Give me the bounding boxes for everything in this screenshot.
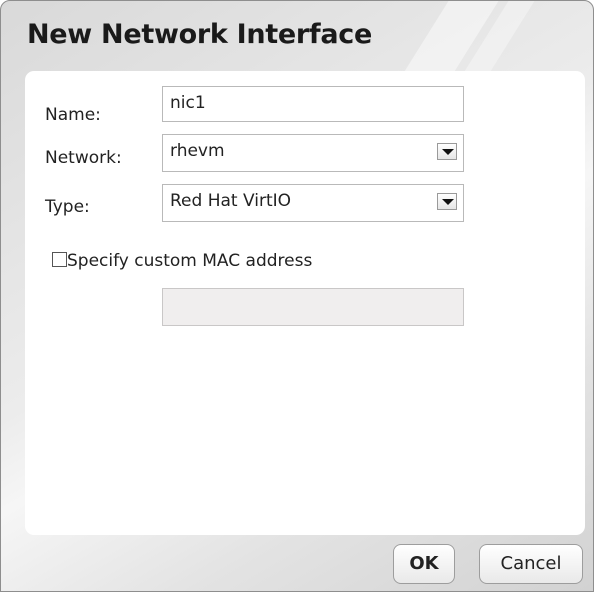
name-label: Name: [45,105,101,125]
network-select-value: rhevm [170,141,225,161]
name-input-value: nic1 [170,93,206,113]
type-select[interactable]: Red Hat VirtIO [162,184,464,222]
dialog-title: New Network Interface [27,19,373,50]
new-network-interface-dialog: New Network Interface Name: nic1 Network… [0,0,594,592]
name-input[interactable]: nic1 [162,86,464,122]
network-label: Network: [45,148,122,168]
type-select-value: Red Hat VirtIO [170,191,292,211]
custom-mac-label[interactable]: Specify custom MAC address [67,251,312,271]
mac-address-input[interactable] [162,288,464,326]
cancel-button[interactable]: Cancel [479,544,583,584]
ok-button[interactable]: OK [393,544,455,584]
chevron-down-icon[interactable] [437,193,457,210]
chevron-down-icon[interactable] [437,143,457,160]
type-label: Type: [45,197,90,217]
network-select[interactable]: rhevm [162,134,464,172]
custom-mac-checkbox[interactable] [52,252,67,267]
